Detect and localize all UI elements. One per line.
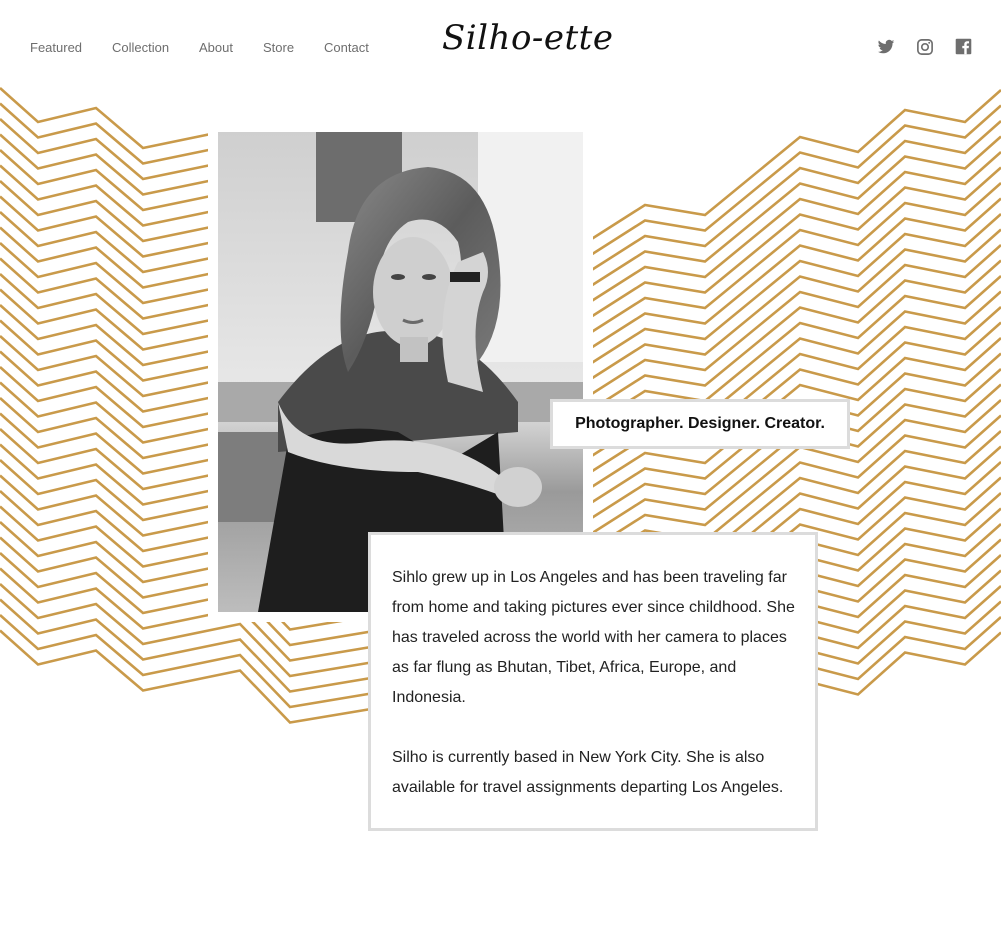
instagram-icon[interactable] (916, 38, 934, 56)
tagline-box: Photographer. Designer. Creator. (550, 399, 850, 449)
nav-link-contact[interactable]: Contact (324, 40, 369, 55)
nav-link-featured[interactable]: Featured (30, 40, 82, 55)
top-navigation: Featured Collection About Store Contact … (0, 0, 1001, 92)
bio-text: Sihlo grew up in Los Angeles and has bee… (392, 563, 802, 803)
bio-card: Sihlo grew up in Los Angeles and has bee… (368, 532, 818, 831)
tagline: Photographer. Designer. Creator. (575, 415, 825, 432)
twitter-icon[interactable] (877, 38, 895, 56)
site-logo[interactable]: Silho-ette (442, 18, 613, 58)
facebook-icon[interactable] (955, 38, 973, 56)
nav-link-about[interactable]: About (199, 40, 233, 55)
bio-paragraph-1: Sihlo grew up in Los Angeles and has bee… (392, 569, 795, 706)
bio-paragraph-2: Silho is currently based in New York Cit… (392, 749, 784, 796)
nav-link-store[interactable]: Store (263, 40, 294, 55)
nav-link-collection[interactable]: Collection (112, 40, 169, 55)
